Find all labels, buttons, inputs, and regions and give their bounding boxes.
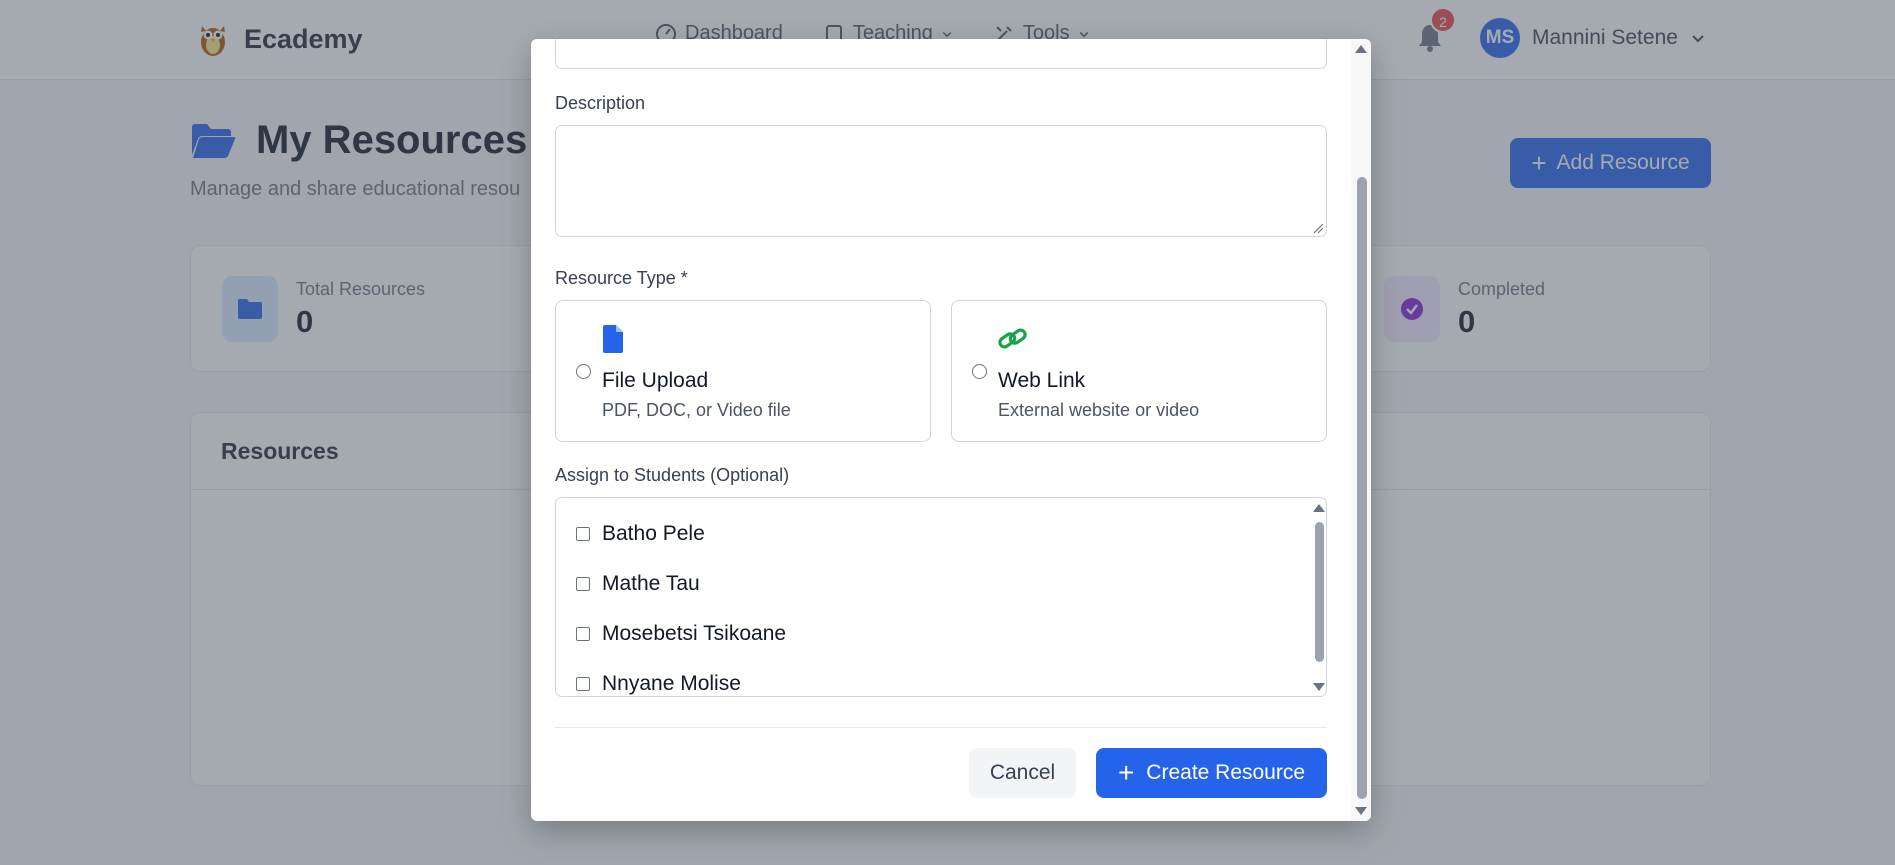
type-file-upload-option[interactable]: File Upload PDF, DOC, or Video file (555, 300, 931, 442)
students-list[interactable]: Batho Pele Mathe Tau Mosebetsi Tsikoane … (555, 497, 1327, 697)
link-icon (998, 328, 1027, 349)
file-upload-desc: PDF, DOC, or Video file (602, 400, 791, 420)
student-item[interactable]: Mathe Tau (576, 572, 700, 596)
student-item[interactable]: Mosebetsi Tsikoane (576, 622, 786, 646)
student-checkbox[interactable] (576, 577, 590, 591)
type-web-link-option[interactable]: Web Link External website or video (951, 300, 1327, 442)
file-upload-radio[interactable] (576, 364, 591, 379)
student-name: Mosebetsi Tsikoane (602, 622, 787, 645)
student-checkbox[interactable] (576, 527, 590, 541)
student-item[interactable]: Batho Pele (576, 522, 705, 546)
student-name: Mathe Tau (602, 572, 700, 595)
cancel-button[interactable]: Cancel (969, 748, 1076, 798)
scroll-up-arrow-icon[interactable] (1355, 45, 1367, 53)
student-name: Nnyane Molise (602, 672, 741, 695)
student-name: Batho Pele (602, 522, 705, 545)
students-scroll-thumb[interactable] (1315, 522, 1324, 662)
description-textarea[interactable] (555, 125, 1327, 237)
title-input[interactable] (555, 39, 1327, 69)
student-checkbox[interactable] (576, 627, 590, 641)
web-link-radio[interactable] (972, 364, 987, 379)
student-checkbox[interactable] (576, 677, 590, 691)
description-label: Description (555, 93, 646, 113)
create-resource-button[interactable]: + Create Resource (1096, 748, 1327, 798)
create-resource-label: Create Resource (1146, 761, 1306, 784)
web-link-desc: External website or video (998, 400, 1200, 420)
footer-divider (555, 727, 1327, 728)
plus-icon: + (1117, 757, 1135, 788)
scroll-down-arrow-icon[interactable] (1313, 683, 1325, 691)
scroll-down-arrow-icon[interactable] (1355, 807, 1367, 815)
students-label: Assign to Students (Optional) (555, 465, 790, 485)
student-item[interactable]: Nnyane Molise (576, 672, 741, 696)
create-resource-modal: Description Resource Type * File Upload … (531, 39, 1371, 821)
file-upload-title: File Upload (602, 369, 709, 392)
modal-scrollbar[interactable] (1351, 39, 1371, 821)
resize-grip-icon[interactable] (1312, 222, 1324, 234)
students-scrollbar[interactable] (1308, 498, 1326, 696)
modal-scroll-thumb[interactable] (1357, 177, 1367, 799)
web-link-title: Web Link (998, 369, 1086, 392)
scroll-up-arrow-icon[interactable] (1313, 504, 1325, 512)
modal-content: Description Resource Type * File Upload … (531, 39, 1351, 821)
file-icon (603, 325, 623, 353)
resource-type-label: Resource Type * (555, 268, 688, 288)
